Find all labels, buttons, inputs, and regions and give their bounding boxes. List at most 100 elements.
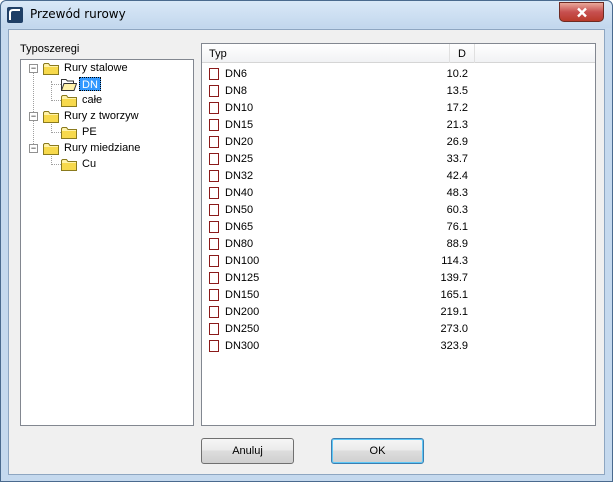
item-diameter: 42.4: [446, 170, 468, 182]
item-name: DN8: [225, 85, 248, 97]
item-diameter: 17.2: [446, 102, 468, 114]
pipe-item-icon: [209, 68, 219, 80]
column-header-typ[interactable]: Typ: [209, 48, 227, 60]
collapse-icon[interactable]: −: [29, 112, 38, 121]
item-name: DN32: [225, 170, 254, 182]
pipe-item-icon: [209, 85, 219, 97]
tree-node-label: Rury miedziane: [64, 142, 141, 154]
pipe-item-icon: [209, 255, 219, 267]
pipe-item-icon: [209, 340, 219, 352]
tree-node-label: Rury stalowe: [64, 62, 128, 74]
app-icon: [7, 7, 23, 23]
pipe-item-icon: [209, 204, 219, 216]
item-diameter: 165.1: [440, 289, 468, 301]
folder-icon: [61, 159, 77, 171]
item-diameter: 88.9: [446, 238, 468, 250]
item-name: DN15: [225, 119, 254, 131]
pipe-item-icon: [209, 102, 219, 114]
dialog-client-area: Typoszeregi − Rury stalowe DN całe − Rur…: [8, 29, 605, 475]
list-item[interactable]: DN6 10.2: [202, 66, 595, 83]
list-item[interactable]: DN100 114.3: [202, 253, 595, 270]
item-name: DN50: [225, 204, 254, 216]
pipe-item-icon: [209, 136, 219, 148]
item-diameter: 33.7: [446, 153, 468, 165]
list-item[interactable]: DN300 323.9: [202, 338, 595, 355]
item-name: DN200: [225, 306, 260, 318]
tree-node-cale[interactable]: całe: [21, 92, 191, 108]
item-name: DN80: [225, 238, 254, 250]
window-title: Przewód rurowy: [30, 7, 126, 21]
tree-node-label: Cu: [82, 158, 97, 170]
title-bar[interactable]: Przewód rurowy: [1, 1, 612, 28]
item-name: DN25: [225, 153, 254, 165]
tree-node-label: Rury z tworzyw: [64, 110, 139, 122]
folder-open-icon: [61, 79, 77, 91]
tree-label: Typoszeregi: [20, 43, 80, 55]
list-item[interactable]: DN40 48.3: [202, 185, 595, 202]
tree-node-rury-stalowe[interactable]: − Rury stalowe: [21, 60, 191, 76]
close-icon: [576, 7, 587, 17]
column-divider[interactable]: [449, 44, 450, 63]
pipe-item-icon: [209, 119, 219, 131]
tree-node-rury-miedziane[interactable]: − Rury miedziane: [21, 140, 191, 156]
close-button[interactable]: [559, 2, 604, 22]
list-item[interactable]: DN50 60.3: [202, 202, 595, 219]
list-item[interactable]: DN32 42.4: [202, 168, 595, 185]
tree-node-dn[interactable]: DN: [21, 76, 191, 92]
list-item[interactable]: DN20 26.9: [202, 134, 595, 151]
item-diameter: 219.1: [440, 306, 468, 318]
tree-node-pe[interactable]: PE: [21, 124, 191, 140]
item-diameter: 13.5: [446, 85, 468, 97]
list-header: Typ D: [202, 44, 595, 63]
tree-node-cu[interactable]: Cu: [21, 156, 191, 172]
pipe-item-icon: [209, 323, 219, 335]
item-diameter: 26.9: [446, 136, 468, 148]
item-diameter: 76.1: [446, 221, 468, 233]
folder-icon: [61, 127, 77, 139]
item-name: DN6: [225, 68, 248, 80]
list-item[interactable]: DN150 165.1: [202, 287, 595, 304]
list-item[interactable]: DN10 17.2: [202, 100, 595, 117]
tree-node-rury-z-tworzyw[interactable]: − Rury z tworzyw: [21, 108, 191, 124]
item-name: DN150: [225, 289, 260, 301]
column-divider[interactable]: [474, 44, 475, 63]
series-tree[interactable]: − Rury stalowe DN całe − Rury z tworzyw …: [20, 59, 194, 426]
item-diameter: 10.2: [446, 68, 468, 80]
tree-node-label: DN: [79, 77, 101, 91]
ok-button[interactable]: OK: [331, 438, 424, 464]
item-diameter: 273.0: [440, 323, 468, 335]
pipe-item-icon: [209, 289, 219, 301]
folder-icon: [43, 143, 59, 155]
pipe-item-icon: [209, 153, 219, 165]
list-item[interactable]: DN25 33.7: [202, 151, 595, 168]
pipe-list[interactable]: Typ D DN6 10.2 DN8 13.5 DN10 17.2 DN15 21.3 DN20…: [201, 43, 596, 426]
list-item[interactable]: DN8 13.5: [202, 83, 595, 100]
list-item[interactable]: DN15 21.3: [202, 117, 595, 134]
folder-icon: [43, 63, 59, 75]
item-diameter: 139.7: [440, 272, 468, 284]
item-name: DN40: [225, 187, 254, 199]
dialog-window: Przewód rurowy Typoszeregi − Rury stalow…: [0, 0, 613, 482]
item-name: DN10: [225, 102, 254, 114]
list-item[interactable]: DN250 273.0: [202, 321, 595, 338]
list-item[interactable]: DN125 139.7: [202, 270, 595, 287]
item-diameter: 323.9: [440, 340, 468, 352]
pipe-item-icon: [209, 187, 219, 199]
list-item[interactable]: DN80 88.9: [202, 236, 595, 253]
pipe-item-icon: [209, 170, 219, 182]
item-name: DN300: [225, 340, 260, 352]
column-header-d[interactable]: D: [458, 48, 466, 60]
item-name: DN125: [225, 272, 260, 284]
folder-icon: [43, 111, 59, 123]
item-name: DN65: [225, 221, 254, 233]
pipe-item-icon: [209, 221, 219, 233]
list-item[interactable]: DN65 76.1: [202, 219, 595, 236]
list-item[interactable]: DN200 219.1: [202, 304, 595, 321]
collapse-icon[interactable]: −: [29, 64, 38, 73]
item-name: DN250: [225, 323, 260, 335]
item-name: DN20: [225, 136, 254, 148]
cancel-button[interactable]: Anuluj: [201, 438, 294, 464]
tree-node-label: całe: [82, 94, 103, 106]
item-diameter: 114.3: [441, 255, 468, 267]
collapse-icon[interactable]: −: [29, 144, 38, 153]
